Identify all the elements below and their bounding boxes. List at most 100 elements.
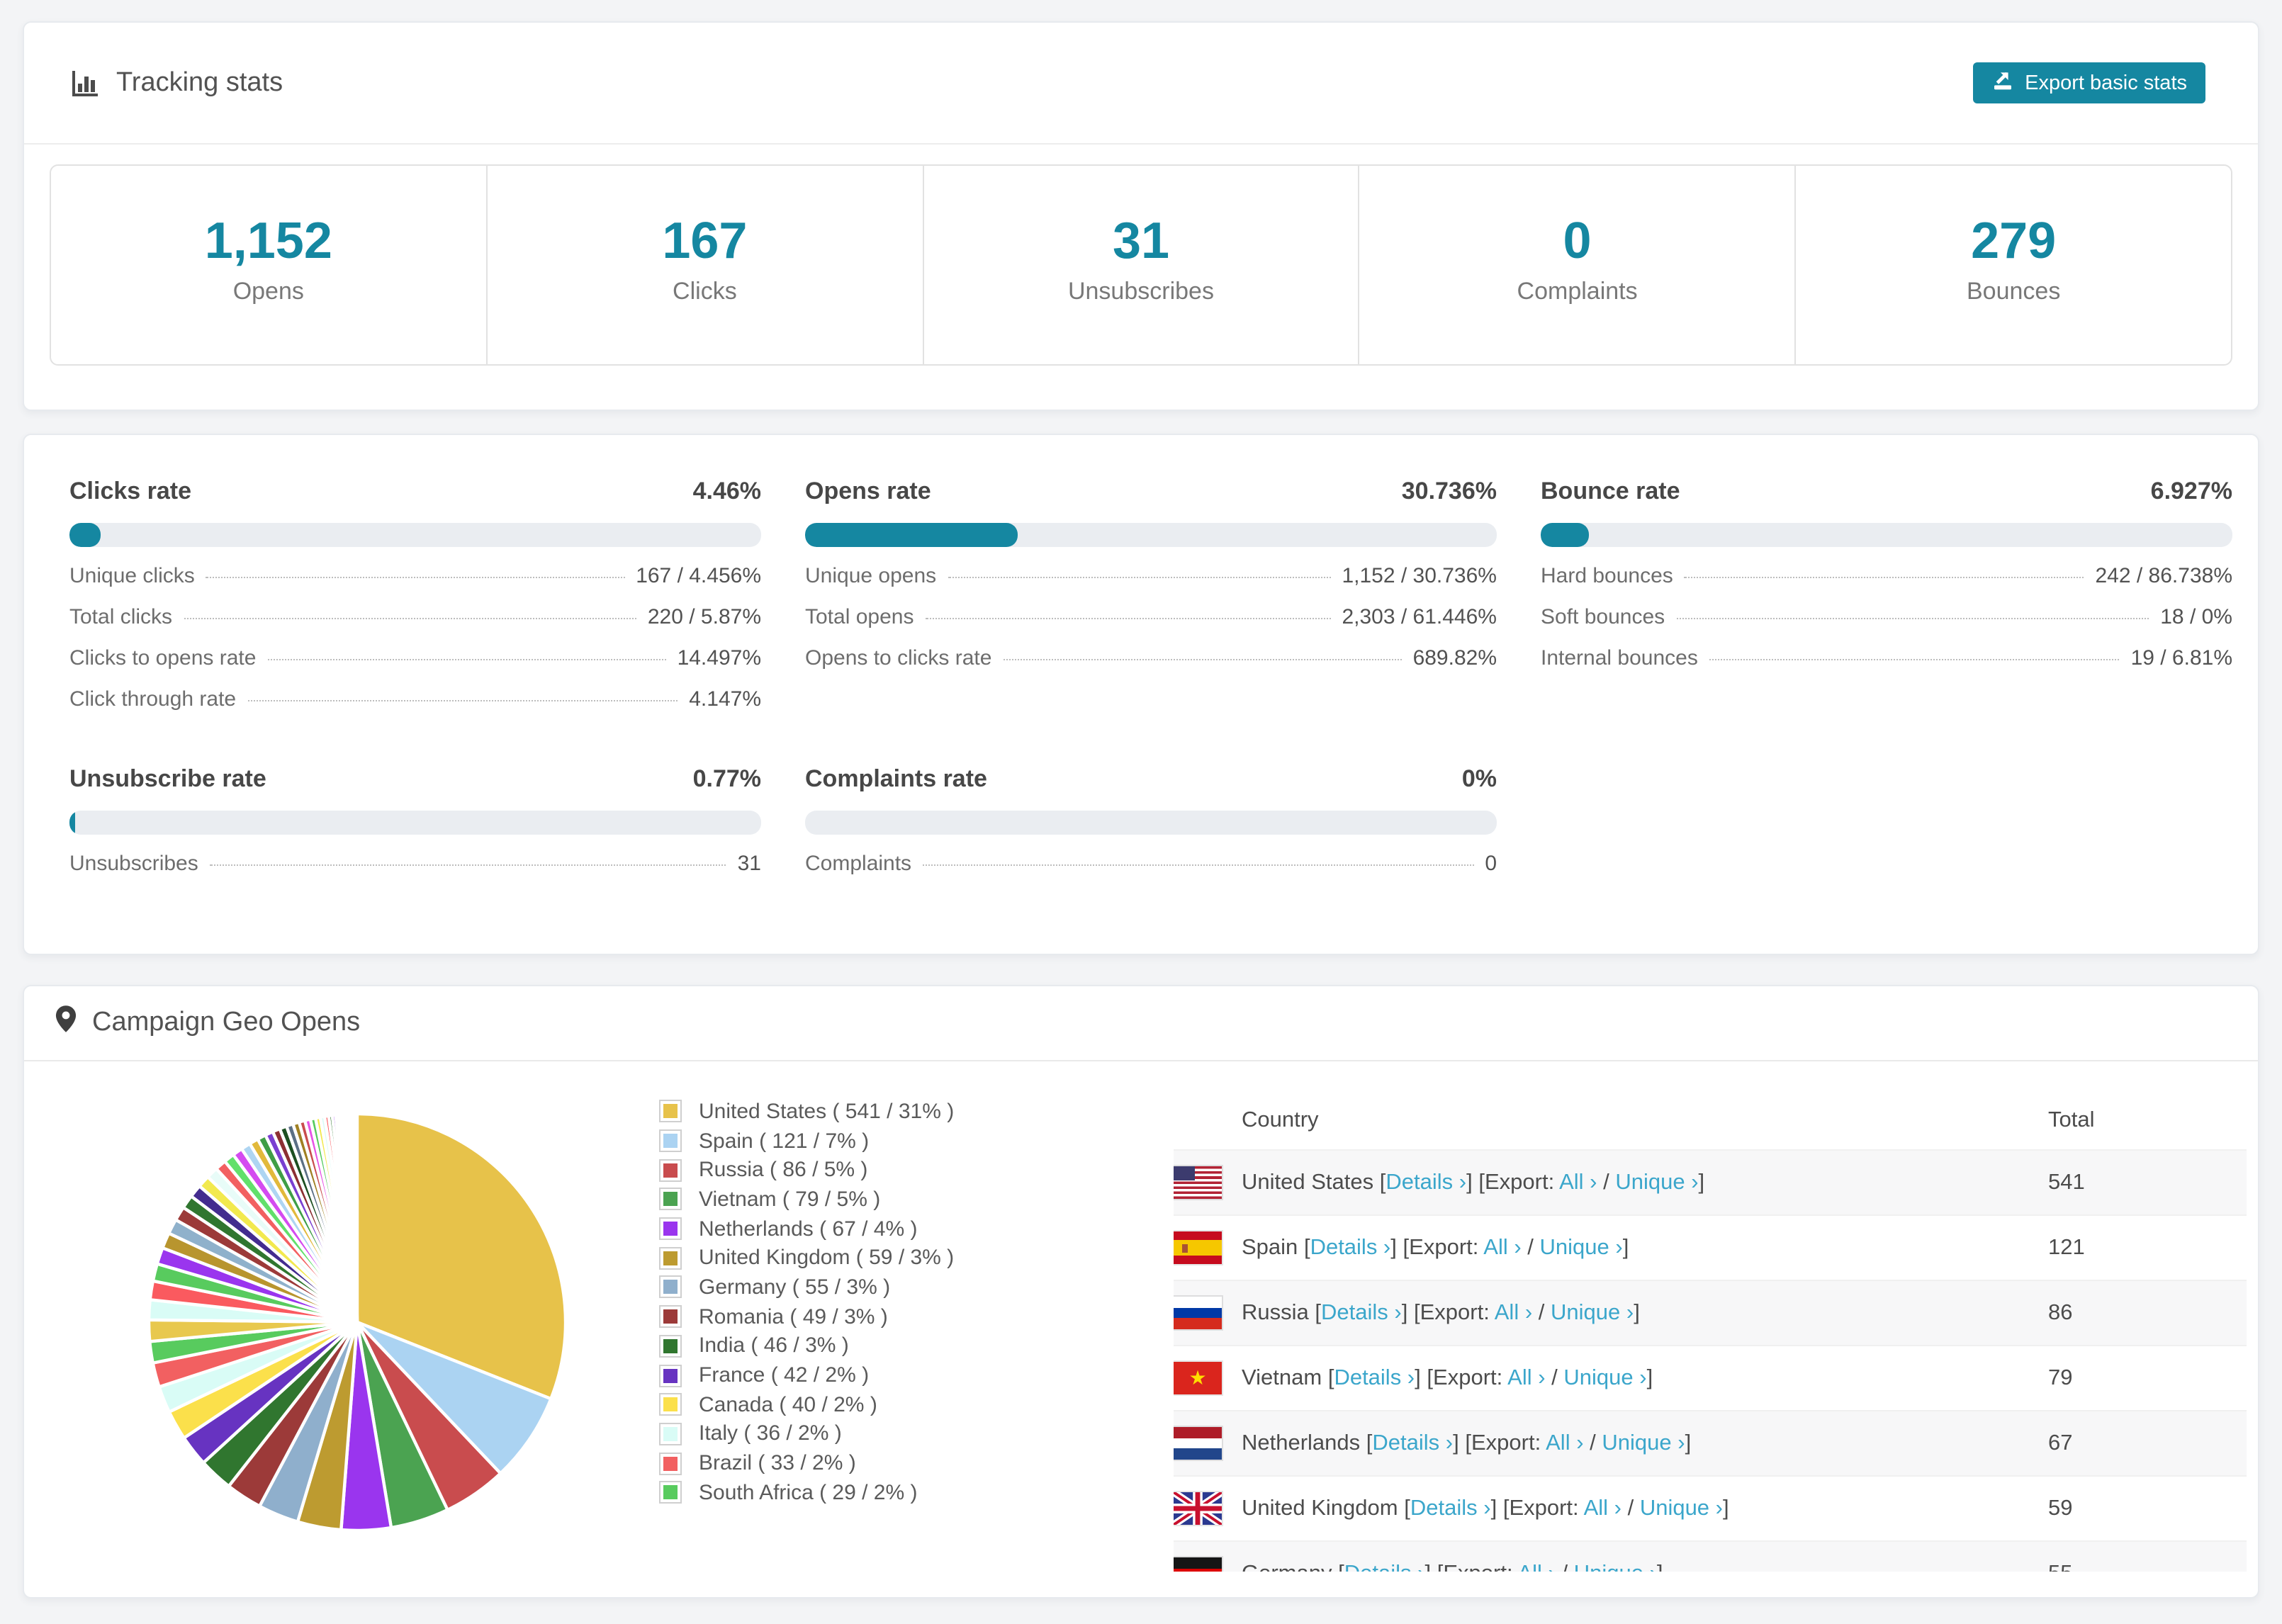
legend-item[interactable]: Spain ( 121 / 7% ) [659, 1126, 954, 1155]
legend-item[interactable]: United Kingdom ( 59 / 3% ) [659, 1244, 954, 1273]
rates-card: Clicks rate 4.46% Unique clicks 167 / 4.… [23, 434, 2259, 955]
export-all-link[interactable]: All › [1507, 1365, 1545, 1389]
dotted-leader [209, 864, 726, 866]
details-link[interactable]: Details › [1344, 1561, 1425, 1572]
progress-bar-fill [1541, 523, 1589, 547]
summary-stat-cell: 31 Unsubscribes [923, 166, 1360, 364]
export-unique-link[interactable]: Unique › [1602, 1431, 1685, 1455]
table-body: United States [Details ›] [Export: All ›… [1174, 1149, 2247, 1572]
bracket: ] [1390, 1235, 1403, 1259]
stat-label: Unique opens [805, 564, 937, 588]
export-all-link[interactable]: All › [1559, 1170, 1597, 1194]
export-unique-link[interactable]: Unique › [1540, 1235, 1623, 1259]
bracket: ] [1723, 1496, 1729, 1520]
legend-swatch [659, 1158, 682, 1182]
export-unique-link[interactable]: Unique › [1563, 1365, 1646, 1389]
summary-stat-label: Complaints [1517, 278, 1638, 305]
bracket: ] [1401, 1300, 1414, 1324]
bracket: [ [1502, 1496, 1510, 1520]
bracket: [ [1315, 1300, 1322, 1324]
country-name: Netherlands [1242, 1431, 1361, 1455]
slash: / [1621, 1496, 1640, 1520]
legend-label: Vietnam ( 79 / 5% ) [699, 1187, 881, 1212]
legend-label: India ( 46 / 3% ) [699, 1333, 849, 1358]
export-all-link[interactable]: All › [1483, 1235, 1521, 1259]
bar-chart-icon [69, 67, 101, 98]
details-link[interactable]: Details › [1410, 1496, 1491, 1520]
rate-title: Bounce rate [1541, 478, 1680, 504]
country-total: 121 [2048, 1235, 2085, 1259]
export-all-link[interactable]: All › [1495, 1300, 1532, 1324]
summary-stat-label: Opens [232, 278, 304, 305]
export-all-link[interactable]: All › [1546, 1431, 1583, 1455]
legend-item[interactable]: Italy ( 36 / 2% ) [659, 1419, 954, 1448]
legend-item[interactable]: Vietnam ( 79 / 5% ) [659, 1185, 954, 1214]
details-link[interactable]: Details › [1386, 1170, 1466, 1194]
tracking-stats-card: Tracking stats Export basic stats 1,152 … [23, 21, 2259, 411]
export-unique-link[interactable]: Unique › [1574, 1561, 1657, 1572]
bracket: ] [1415, 1365, 1427, 1389]
stat-row: Unique opens 1,152 / 30.736% [805, 564, 1497, 605]
export-button-label: Export basic stats [2025, 72, 2187, 94]
page: Tracking stats Export basic stats 1,152 … [0, 0, 2282, 1624]
details-link[interactable]: Details › [1372, 1431, 1453, 1455]
legend-label: Netherlands ( 67 / 4% ) [699, 1217, 918, 1241]
bracket: ] [1424, 1561, 1437, 1572]
export-basic-stats-button[interactable]: Export basic stats [1972, 62, 2205, 103]
export-unique-link[interactable]: Unique › [1615, 1170, 1698, 1194]
stat-value: 242 / 86.738% [2095, 564, 2233, 588]
rates-row-1: Clicks rate 4.46% Unique clicks 167 / 4.… [24, 435, 2258, 728]
export-prefix-label: Export: [1409, 1235, 1484, 1259]
page-title: Tracking stats [69, 67, 283, 98]
dotted-leader [267, 659, 666, 660]
legend-item[interactable]: Russia ( 86 / 5% ) [659, 1156, 954, 1185]
geo-table: Country Total United States [Details ›] … [1174, 1093, 2247, 1572]
legend-item[interactable]: United States ( 541 / 31% ) [659, 1097, 954, 1126]
export-unique-link[interactable]: Unique › [1640, 1496, 1723, 1520]
summary-stat-label: Bounces [1967, 278, 2061, 305]
legend-item[interactable]: South Africa ( 29 / 2% ) [659, 1478, 954, 1507]
bracket: [ [1465, 1431, 1471, 1455]
country-links: [Details ›] [Export: All › / Unique ›] [1338, 1561, 1663, 1572]
export-prefix-label: Export: [1420, 1300, 1495, 1324]
stat-value: 31 [737, 852, 761, 876]
legend-item[interactable]: Brazil ( 33 / 2% ) [659, 1449, 954, 1478]
export-all-link[interactable]: All › [1584, 1496, 1621, 1520]
country-name: United Kingdom [1242, 1496, 1398, 1520]
legend-item[interactable]: Romania ( 49 / 3% ) [659, 1302, 954, 1331]
country-name: Spain [1242, 1235, 1298, 1259]
legend-item[interactable]: France ( 42 / 2% ) [659, 1360, 954, 1389]
details-link[interactable]: Details › [1334, 1365, 1415, 1389]
stat-value: 1,152 / 30.736% [1342, 564, 1497, 588]
rate-value: 0% [1461, 765, 1497, 792]
stat-value: 167 / 4.456% [636, 564, 761, 588]
summary-stat-value: 167 [662, 211, 748, 269]
stat-row: Opens to clicks rate 689.82% [805, 646, 1497, 687]
stat-row: Hard bounces 242 / 86.738% [1541, 564, 2232, 605]
bracket: [ [1403, 1235, 1410, 1259]
stat-label: Opens to clicks rate [805, 646, 992, 670]
geo-pie-chart[interactable] [145, 1110, 570, 1535]
legend-item[interactable]: Netherlands ( 67 / 4% ) [659, 1214, 954, 1244]
rate-block-clicks: Clicks rate 4.46% Unique clicks 167 / 4.… [69, 478, 761, 728]
details-link[interactable]: Details › [1321, 1300, 1402, 1324]
gb-flag-icon [1174, 1492, 1222, 1525]
legend-label: Germany ( 55 / 3% ) [699, 1275, 891, 1299]
legend-item[interactable]: Canada ( 40 / 2% ) [659, 1390, 954, 1419]
legend-item[interactable]: India ( 46 / 3% ) [659, 1331, 954, 1360]
bracket: ] [1466, 1170, 1479, 1194]
summary-stat-value: 0 [1563, 211, 1592, 269]
table-row: Netherlands [Details ›] [Export: All › /… [1174, 1410, 2247, 1475]
progress-bar-track [69, 523, 761, 547]
details-link[interactable]: Details › [1310, 1235, 1391, 1259]
export-all-link[interactable]: All › [1517, 1561, 1555, 1572]
stat-label: Total opens [805, 605, 914, 629]
export-unique-link[interactable]: Unique › [1551, 1300, 1634, 1324]
progress-bar-fill [69, 523, 101, 547]
rate-title: Clicks rate [69, 478, 191, 504]
rate-rows: Complaints 0 [805, 852, 1497, 893]
export-prefix-label: Export: [1471, 1431, 1546, 1455]
progress-bar-track [69, 811, 761, 835]
legend-item[interactable]: Germany ( 55 / 3% ) [659, 1273, 954, 1302]
summary-stat-label: Unsubscribes [1067, 278, 1214, 305]
